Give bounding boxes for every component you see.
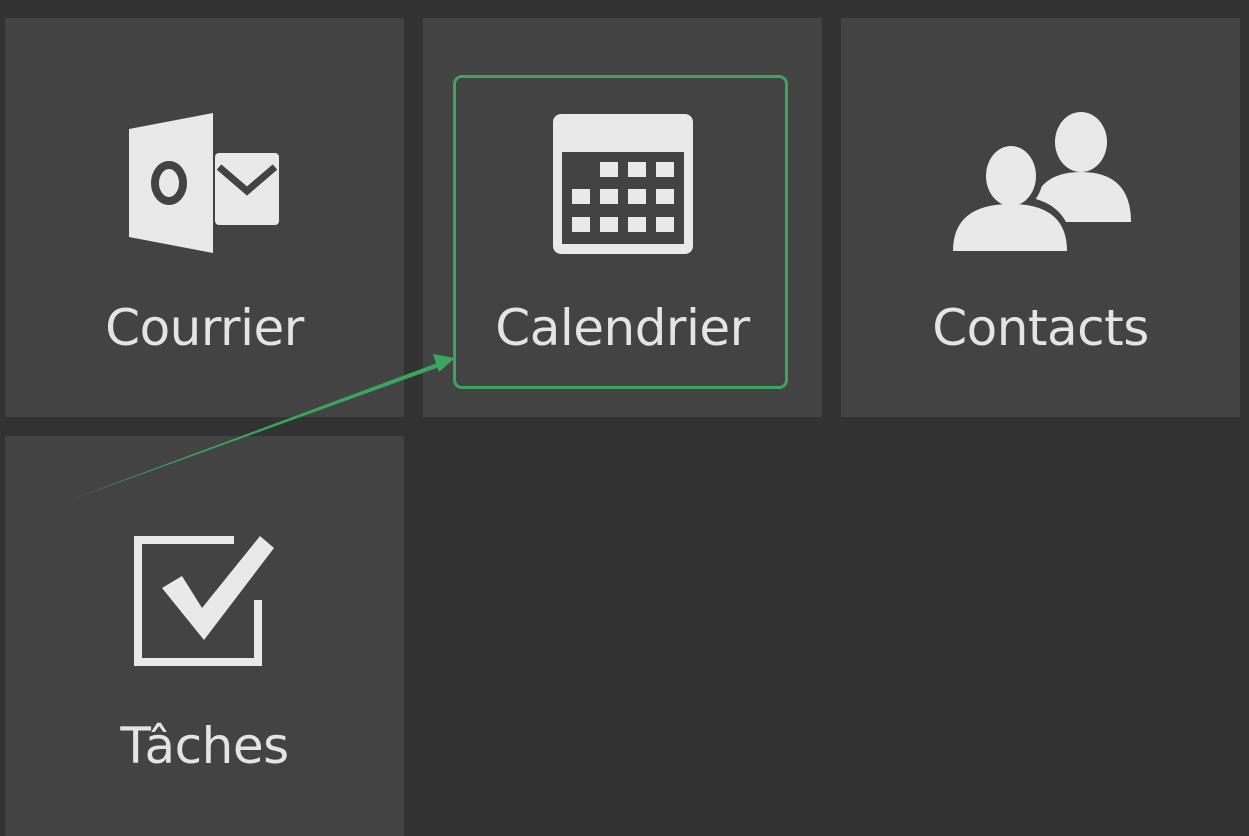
tile-mail[interactable]: Courrier: [5, 18, 404, 417]
checkbox-icon: [133, 536, 274, 666]
tile-contacts[interactable]: Contacts: [841, 18, 1240, 417]
tile-label-contacts: Contacts: [932, 299, 1149, 357]
tile-label-tasks: Tâches: [120, 717, 289, 775]
tile-label-mail: Courrier: [105, 299, 304, 357]
tile-calendar[interactable]: Calendrier: [423, 18, 822, 417]
tile-label-calendar: Calendrier: [495, 299, 750, 357]
people-icon: [950, 112, 1131, 255]
outlook-mail-icon: [128, 113, 279, 253]
calendar-icon: [552, 114, 693, 254]
tile-tasks[interactable]: Tâches: [5, 436, 404, 836]
